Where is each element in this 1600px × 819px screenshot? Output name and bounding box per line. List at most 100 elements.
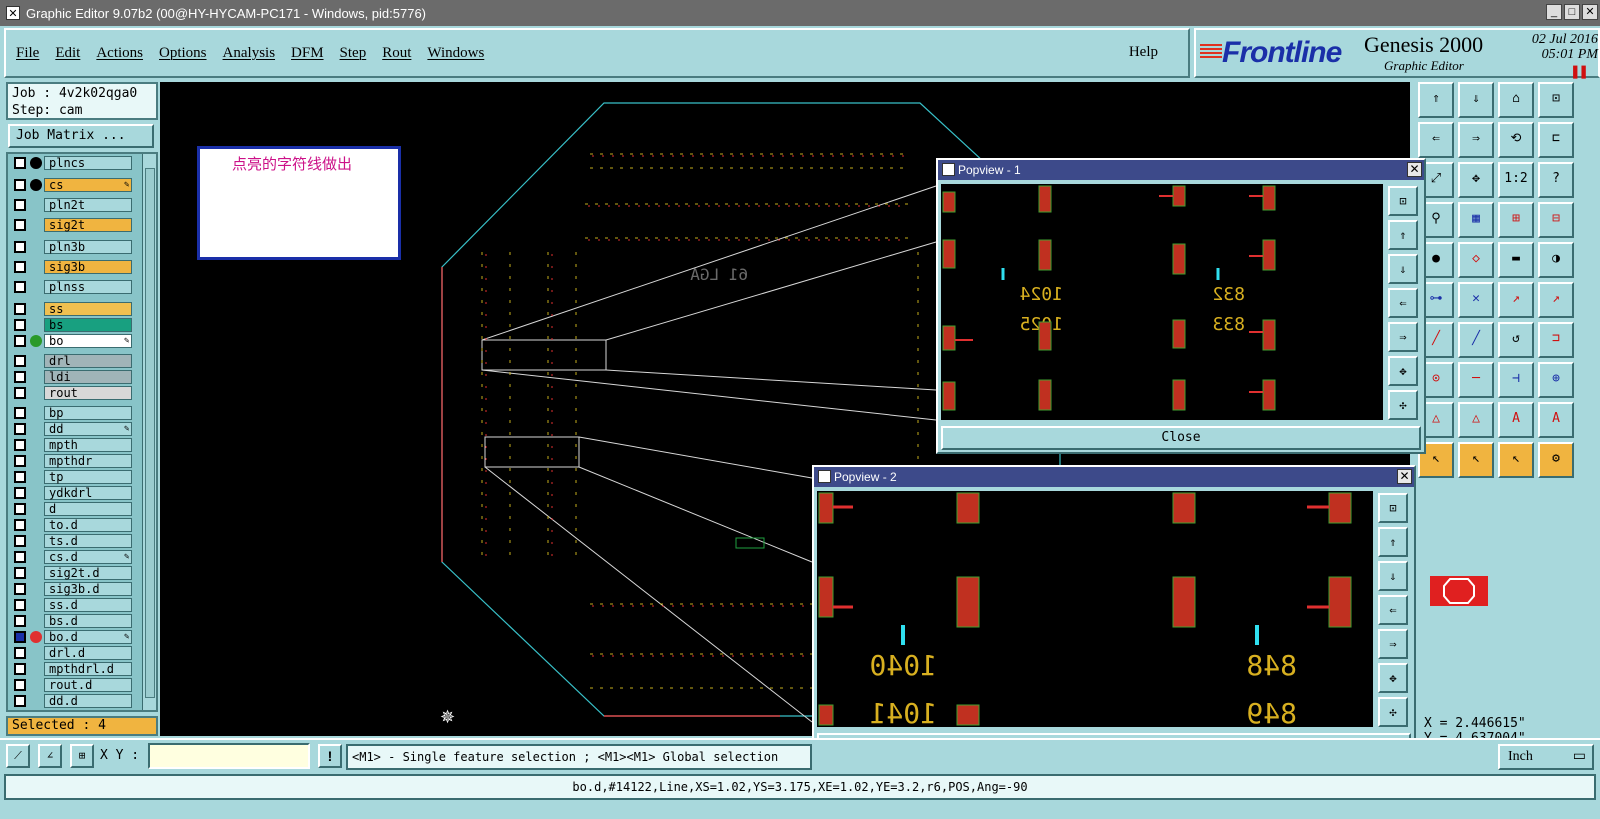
layer-row-plncs[interactable]: plncs (10, 156, 134, 170)
layer-row-dd-d[interactable]: dd.d (10, 694, 134, 708)
layer-checkbox[interactable] (14, 423, 26, 435)
layer-row-bs-d[interactable]: bs.d (10, 614, 134, 628)
layer-row-sig2t-d[interactable]: sig2t.d (10, 566, 134, 580)
layer-checkbox[interactable] (14, 615, 26, 627)
layer-row-tp[interactable]: tp (10, 470, 134, 484)
layer-checkbox[interactable] (14, 631, 26, 643)
menu-help[interactable]: Help (1129, 44, 1158, 61)
tool-snap-on-icon[interactable]: ⊞ (1498, 202, 1534, 238)
layer-row-plnss[interactable]: plnss (10, 280, 134, 294)
layer-row-drl[interactable]: drl (10, 354, 134, 368)
layer-checkbox[interactable] (14, 599, 26, 611)
layer-row-cs[interactable]: cs ✎ (10, 178, 134, 192)
tool-frame-icon[interactable]: ⊡ (1538, 82, 1574, 118)
tool-text-alt-icon[interactable]: A (1538, 402, 1574, 438)
layer-name[interactable]: plncs (44, 156, 132, 170)
pop-tool-left-icon[interactable]: ⇐ (1378, 595, 1408, 625)
layer-name[interactable]: to.d (44, 518, 132, 532)
layer-checkbox[interactable] (14, 535, 26, 547)
tool-dash-icon[interactable]: ─ (1458, 362, 1494, 398)
layer-name[interactable]: ts.d (44, 534, 132, 548)
tool-cross-icon[interactable]: ✕ (1458, 282, 1494, 318)
tool-diamond-icon[interactable]: ◇ (1458, 242, 1494, 278)
layer-checkbox[interactable] (14, 647, 26, 659)
layer-name[interactable]: cs.d (44, 550, 132, 564)
layer-name[interactable]: dd (44, 422, 132, 436)
job-matrix-button[interactable]: Job Matrix ... (8, 124, 154, 148)
layer-checkbox[interactable] (14, 407, 26, 419)
tool-up-icon[interactable]: ⇑ (1418, 82, 1454, 118)
layer-checkbox[interactable] (14, 241, 26, 253)
pop-tool-zoom-icon[interactable]: ⊡ (1378, 493, 1408, 523)
pop-tool-pan-icon[interactable]: ✣ (1378, 697, 1408, 727)
pop-tool-up-icon[interactable]: ⇑ (1378, 527, 1408, 557)
layer-list-scrollbar[interactable] (142, 154, 156, 710)
layer-name[interactable]: drl (44, 354, 132, 368)
menu-analysis[interactable]: Analysis (223, 45, 276, 62)
layer-checkbox[interactable] (14, 303, 26, 315)
tool-scale-icon[interactable]: 1:2 (1498, 162, 1534, 198)
popview-2-titlebar[interactable]: Popview - 2 ✕ (814, 467, 1414, 487)
menu-dfm[interactable]: DFM (291, 45, 324, 62)
layer-name[interactable]: pln3b (44, 240, 132, 254)
tool-down-icon[interactable]: ⇓ (1458, 82, 1494, 118)
layer-name[interactable]: bs (44, 318, 132, 332)
layer-checkbox[interactable] (14, 455, 26, 467)
layer-checkbox[interactable] (14, 371, 26, 383)
layer-checkbox[interactable] (14, 199, 26, 211)
layer-row-sig3b-d[interactable]: sig3b.d (10, 582, 134, 596)
layer-name[interactable]: ydkdrl (44, 486, 132, 500)
layer-row-d[interactable]: d (10, 502, 134, 516)
layer-name[interactable]: plnss (44, 280, 132, 294)
layer-checkbox[interactable] (14, 157, 26, 169)
layer-row-sig3b[interactable]: sig3b (10, 260, 134, 274)
layer-row-ts-d[interactable]: ts.d (10, 534, 134, 548)
layer-row-sig2t[interactable]: sig2t (10, 218, 134, 232)
alert-icon[interactable]: ! (318, 744, 342, 768)
tool-ruler-icon[interactable]: ▬ (1498, 242, 1534, 278)
layer-name[interactable]: mpthdrl.d (44, 662, 132, 676)
tool-right-icon[interactable]: ⇒ (1458, 122, 1494, 158)
layer-row-pln3b[interactable]: pln3b (10, 240, 134, 254)
tool-bracket-icon[interactable]: ⊏ (1538, 122, 1574, 158)
tool-half-icon[interactable]: ◑ (1538, 242, 1574, 278)
popview-1-canvas[interactable]: 1024 1025 832 833 (941, 184, 1383, 420)
pop-tool-down-icon[interactable]: ⇓ (1388, 254, 1418, 284)
layer-row-pln2t[interactable]: pln2t (10, 198, 134, 212)
layer-checkbox[interactable] (14, 355, 26, 367)
unit-selector[interactable]: Inch ▭ (1498, 744, 1594, 770)
tool-home-icon[interactable]: ⌂ (1498, 82, 1534, 118)
tool-snap-off-icon[interactable]: ⊟ (1538, 202, 1574, 238)
layer-checkbox[interactable] (14, 281, 26, 293)
layer-name[interactable]: bo.d (44, 630, 132, 644)
layer-checkbox[interactable] (14, 319, 26, 331)
layer-checkbox[interactable] (14, 695, 26, 707)
popview-1-close-button[interactable]: Close (941, 426, 1421, 450)
layer-checkbox[interactable] (14, 567, 26, 579)
tool-pointer-alt-icon[interactable]: ↖ (1458, 442, 1494, 478)
layer-name[interactable]: ss.d (44, 598, 132, 612)
tool-triangle-alt-icon[interactable]: △ (1458, 402, 1494, 438)
layer-name[interactable]: rout.d (44, 678, 132, 692)
layer-checkbox[interactable] (14, 335, 26, 347)
layer-row-ldi[interactable]: ldi (10, 370, 134, 384)
layer-name[interactable]: sig2t (44, 218, 132, 232)
layer-name[interactable]: tp (44, 470, 132, 484)
layer-name[interactable]: cs (44, 178, 132, 192)
layer-row-rout-d[interactable]: rout.d (10, 678, 134, 692)
minimize-button[interactable]: _ (1546, 4, 1562, 20)
grid-icon[interactable]: ⊞ (70, 744, 94, 768)
layer-name[interactable]: dd.d (44, 694, 132, 708)
layer-name[interactable]: bo (44, 334, 132, 348)
layer-checkbox[interactable] (14, 179, 26, 191)
layer-row-mpth[interactable]: mpth (10, 438, 134, 452)
scroll-thumb[interactable] (145, 168, 155, 698)
menu-actions[interactable]: Actions (96, 45, 143, 62)
tool-left-icon[interactable]: ⇐ (1418, 122, 1454, 158)
menu-edit[interactable]: Edit (55, 45, 80, 62)
layer-name[interactable]: d (44, 502, 132, 516)
menu-rout[interactable]: Rout (382, 45, 411, 62)
popview-2-close-icon[interactable]: ✕ (1397, 469, 1412, 484)
layer-name[interactable]: ss (44, 302, 132, 316)
tool-text-icon[interactable]: A (1498, 402, 1534, 438)
